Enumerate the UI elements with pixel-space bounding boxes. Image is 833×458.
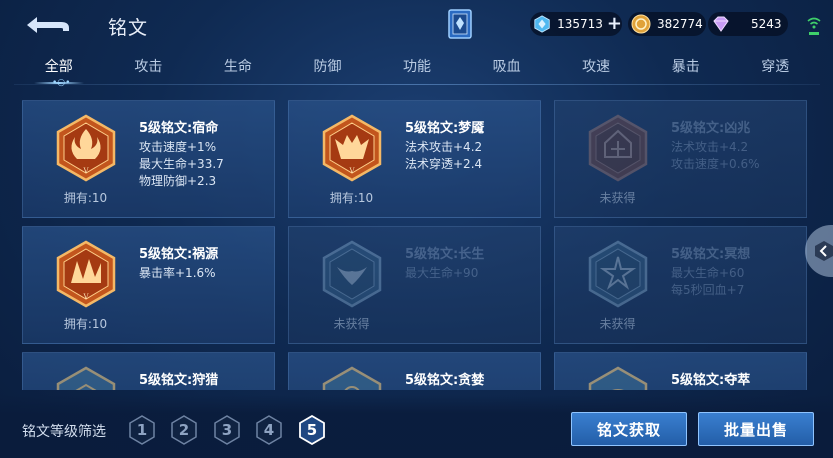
add-diamond-button[interactable]: +: [607, 15, 622, 33]
hunt-rune-icon: [51, 365, 121, 390]
tab-defense[interactable]: 防御: [283, 54, 373, 84]
rune-stat: 最大生命+33.7: [139, 157, 224, 171]
top-bar: 铭文 135713 + 382774 5243: [0, 0, 833, 52]
svg-text:V: V: [348, 167, 355, 175]
page-title: 铭文: [108, 17, 149, 39]
level-filter-2[interactable]: 2: [170, 415, 198, 445]
category-tabs: 全部 攻击 生命 防御 功能 吸血 攻速 暴击 穿透: [14, 54, 820, 84]
rune-grid[interactable]: V 5级铭文:宿命 攻击速度+1% 最大生命+33.7 物理防御+2.3 拥有:…: [22, 100, 808, 390]
level-number: 2: [178, 421, 190, 439]
tab-attack[interactable]: 攻击: [104, 54, 194, 84]
omen-rune-icon: [583, 113, 653, 183]
active-tab-indicator: •○•: [52, 78, 71, 88]
rune-stats: 法术攻击+4.2 法术穿透+2.4: [405, 139, 482, 173]
owned-count: 拥有:10: [63, 191, 108, 205]
gold-counter: 382774: [628, 12, 706, 36]
greed-rune-icon: [317, 365, 387, 390]
rune-stats: 暴击率+1.6%: [139, 265, 216, 282]
bulk-sell-button[interactable]: 批量出售: [698, 412, 814, 446]
tab-lifesteal[interactable]: 吸血: [462, 54, 552, 84]
rune-name: 5级铭文:长生: [405, 247, 485, 262]
rune-name: 5级铭文:狩猎: [139, 373, 219, 388]
owned-count: 未获得: [599, 191, 636, 205]
diamond-counter: 135713 +: [530, 12, 622, 36]
meditation-rune-icon: [583, 239, 653, 309]
longevity-rune-icon: [317, 239, 387, 309]
rune-stat: 每5秒回血+7: [671, 283, 745, 297]
level-filter-label: 铭文等级筛选: [22, 424, 106, 440]
rune-stats: 最大生命+60 每5秒回血+7: [671, 265, 744, 299]
rune-name: 5级铭文:凶兆: [671, 121, 751, 136]
level-number: 1: [136, 421, 148, 439]
wifi-signal-icon: [806, 15, 822, 37]
back-button[interactable]: [22, 12, 74, 38]
owned-count: 未获得: [599, 317, 636, 331]
rune-card[interactable]: 5级铭文:狩猎: [22, 352, 275, 390]
rune-card[interactable]: V 5级铭文:祸源 暴击率+1.6% 拥有:10: [22, 226, 275, 344]
level-filter-3[interactable]: 3: [213, 415, 241, 445]
level-filter-5[interactable]: 5: [298, 414, 326, 446]
rune-name: 5级铭文:贪婪: [405, 373, 485, 388]
diamond-currency-icon: [534, 15, 550, 33]
tab-health[interactable]: 生命: [193, 54, 283, 84]
rune-name: 5级铭文:祸源: [139, 247, 219, 262]
rune-name: 5级铭文:冥想: [671, 247, 751, 262]
rune-card[interactable]: V 5级铭文:宿命 攻击速度+1% 最大生命+33.7 物理防御+2.3 拥有:…: [22, 100, 275, 218]
svg-text:V: V: [82, 167, 89, 175]
rune-name: 5级铭文:夺萃: [671, 373, 751, 388]
level-number: 3: [221, 421, 233, 439]
level-number: 4: [263, 421, 275, 439]
rune-card[interactable]: 5级铭文:贪婪: [288, 352, 541, 390]
rune-stat: 最大生命+60: [671, 266, 745, 280]
diamond-amount: 135713: [557, 17, 603, 31]
rune-card[interactable]: 5级铭文:夺萃: [554, 352, 807, 390]
rune-stat: 法术穿透+2.4: [405, 157, 483, 171]
level-filter-4[interactable]: 4: [255, 415, 283, 445]
rune-stat: 法术攻击+4.2: [671, 140, 749, 154]
calamity-rune-icon: V: [51, 239, 121, 309]
rune-stat: 物理防御+2.3: [139, 174, 217, 188]
rune-card-locked[interactable]: 5级铭文:凶兆 法术攻击+4.2 攻击速度+0.6% 未获得: [554, 100, 807, 218]
rune-stats: 最大生命+90: [405, 265, 478, 282]
tab-penetration[interactable]: 穿透: [731, 54, 821, 84]
rune-obtain-button[interactable]: 铭文获取: [571, 412, 687, 446]
owned-count: 拥有:10: [329, 191, 374, 205]
rune-book-icon[interactable]: [447, 8, 473, 40]
rune-name: 5级铭文:宿命: [139, 121, 219, 136]
seize-rune-icon: [583, 365, 653, 390]
gold-amount: 382774: [657, 17, 703, 31]
rune-stats: 攻击速度+1% 最大生命+33.7 物理防御+2.3: [139, 139, 224, 190]
fate-rune-icon: V: [51, 113, 121, 183]
hexagon-toggle-icon: [815, 241, 833, 261]
rune-stat: 攻击速度+1%: [139, 140, 217, 154]
rune-stat: 攻击速度+0.6%: [671, 157, 760, 171]
rune-name: 5级铭文:梦魇: [405, 121, 485, 136]
rune-stat: 暴击率+1.6%: [139, 266, 216, 280]
purple-gem-icon: [713, 16, 729, 32]
rune-stat: 最大生命+90: [405, 266, 479, 280]
level-filter-1[interactable]: 1: [128, 415, 156, 445]
owned-count: 未获得: [333, 317, 370, 331]
gold-coin-icon: [631, 14, 651, 34]
tab-crit[interactable]: 暴击: [641, 54, 731, 84]
side-drawer-handle[interactable]: [805, 225, 833, 277]
svg-text:V: V: [82, 293, 89, 301]
rune-stats: 法术攻击+4.2 攻击速度+0.6%: [671, 139, 760, 173]
back-arrow-icon: [27, 17, 69, 33]
rune-stat: 法术攻击+4.2: [405, 140, 483, 154]
rune-card-locked[interactable]: 5级铭文:冥想 最大生命+60 每5秒回血+7 未获得: [554, 226, 807, 344]
gem-counter: 5243: [708, 12, 788, 36]
gem-amount: 5243: [751, 17, 782, 31]
nightmare-rune-icon: V: [317, 113, 387, 183]
level-number: 5: [306, 421, 318, 439]
tab-divider: [14, 84, 820, 85]
tab-attack-speed[interactable]: 攻速: [551, 54, 641, 84]
tab-utility[interactable]: 功能: [372, 54, 462, 84]
rune-card[interactable]: V 5级铭文:梦魇 法术攻击+4.2 法术穿透+2.4 拥有:10: [288, 100, 541, 218]
owned-count: 拥有:10: [63, 317, 108, 331]
rune-card-locked[interactable]: 5级铭文:长生 最大生命+90 未获得: [288, 226, 541, 344]
